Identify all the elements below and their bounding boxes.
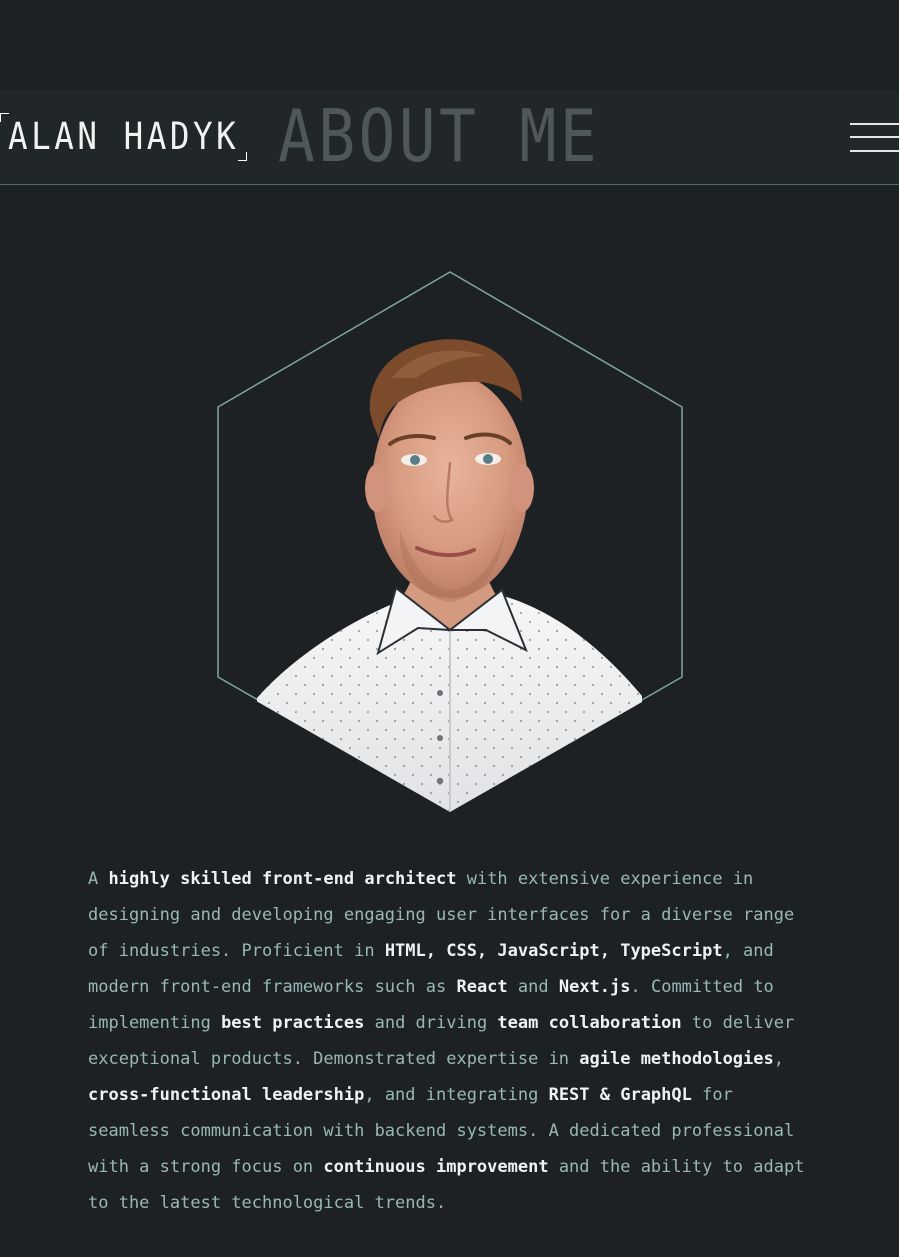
bio-highlight: cross-functional leadership — [88, 1085, 365, 1105]
bio-highlight: continuous improvement — [323, 1157, 549, 1177]
bio-highlight: Next.js — [558, 977, 631, 997]
bio-highlight: React — [456, 977, 508, 997]
menu-line-bottom — [850, 150, 899, 152]
brand-name[interactable]: ALAN HADYK — [8, 112, 239, 162]
bio-highlight: team collaboration — [497, 1013, 682, 1033]
bio-text: , and integrating — [364, 1085, 549, 1105]
bio-highlight: highly skilled front-end architect — [108, 869, 457, 889]
bio-highlight: agile methodologies — [579, 1049, 774, 1069]
bio-text: and driving — [364, 1013, 498, 1033]
menu-line-top — [850, 123, 899, 125]
page-title: ABOUT ME — [278, 94, 600, 178]
profile-photo — [217, 271, 683, 812]
bio-text: , — [773, 1049, 784, 1069]
hamburger-menu-icon[interactable] — [850, 120, 899, 154]
bio-paragraph: A highly skilled front-end architect wit… — [88, 861, 818, 1221]
bio-highlight: HTML, CSS, JavaScript, TypeScript — [384, 941, 723, 961]
bio-text: and — [507, 977, 559, 997]
bio-highlight: REST & GraphQL — [548, 1085, 692, 1105]
brand-bracket-bottom-right — [238, 152, 247, 161]
bio-text: A — [88, 869, 109, 889]
menu-line-middle — [850, 136, 899, 138]
bio-highlight: best practices — [221, 1013, 365, 1033]
